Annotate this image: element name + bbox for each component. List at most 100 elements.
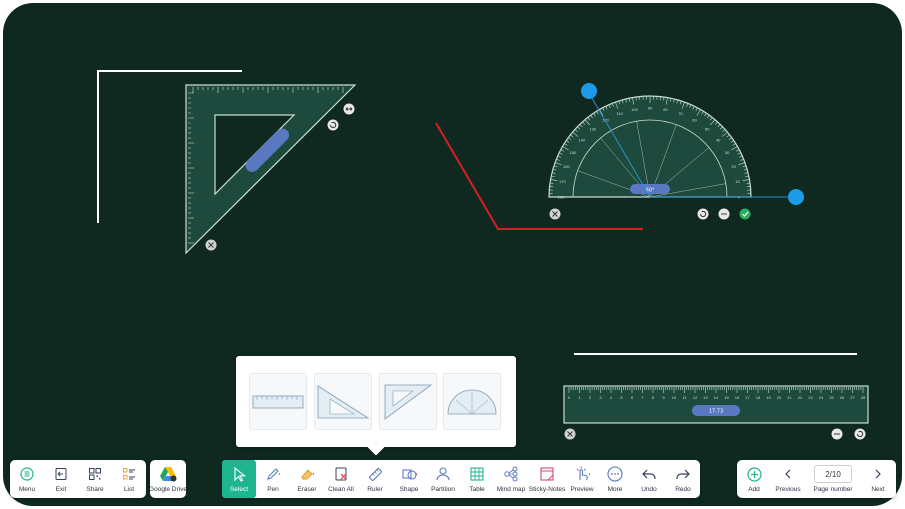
select-tool-button[interactable]: Select: [222, 460, 256, 498]
ruler-scale-label: 25: [829, 395, 834, 400]
protractor-scale-label: 110: [616, 111, 623, 116]
pen-icon: [264, 465, 282, 483]
ruler-icon: [366, 465, 384, 483]
left-toolbar: Menu Exit Share List: [10, 460, 146, 498]
ruler-type-popup: [236, 356, 516, 447]
isosceles-triangle-option-icon: [384, 384, 433, 420]
popup-protractor-option[interactable]: [443, 373, 501, 430]
protractor-scale-label: 10: [735, 179, 740, 184]
ruler-tool[interactable]: 0 1 2 3 4 5 6 7 8 9 10 11 12 13 14 15 16 17 18 19 20 21 22 23 24…: [563, 385, 869, 424]
undo-label: Undo: [641, 486, 657, 493]
ruler-scale-label: 13: [703, 395, 708, 400]
shape-label: Shape: [399, 486, 419, 493]
page-number-control[interactable]: 2/10 Page number: [805, 460, 861, 498]
protractor-scale-label: 70: [678, 111, 683, 116]
clean-all-tool-button[interactable]: Clean All: [324, 460, 358, 498]
exit-icon: [52, 465, 70, 483]
exit-button[interactable]: Exit: [44, 460, 78, 498]
protractor-confirm-icon[interactable]: [739, 208, 751, 220]
main-toolbar: Select Pen Eraser Clean All Ruler Shape Partit…: [222, 460, 700, 498]
protractor-handle-top[interactable]: [581, 83, 597, 99]
protractor-handle-right[interactable]: [788, 189, 804, 205]
protractor-option-icon: [447, 389, 497, 414]
set-square-rotate-icon[interactable]: [327, 119, 339, 131]
ruler-scale-label: 19: [766, 395, 771, 400]
ruler-scale-label: 18: [756, 395, 761, 400]
add-page-button[interactable]: Add: [737, 460, 771, 498]
chevron-left-icon: [779, 465, 797, 483]
partition-tool-button[interactable]: Partition: [426, 460, 460, 498]
protractor-scale-label: 80: [663, 107, 668, 112]
eraser-icon: [298, 465, 316, 483]
exit-label: Exit: [55, 486, 67, 493]
set-square-resize-icon[interactable]: [343, 103, 355, 115]
pen-tool-button[interactable]: Pen: [256, 460, 290, 498]
shape-icon: [400, 465, 418, 483]
menu-button[interactable]: Menu: [10, 460, 44, 498]
protractor-scale-label: 170: [559, 179, 566, 184]
eraser-tool-button[interactable]: Eraser: [290, 460, 324, 498]
google-drive-button[interactable]: Google Drive: [149, 460, 187, 498]
redo-tool-button[interactable]: Redo: [666, 460, 700, 498]
ruler-tool-button[interactable]: Ruler: [358, 460, 392, 498]
protractor-scale-label: 150: [570, 150, 577, 155]
select-label: Select: [229, 486, 249, 493]
more-label: More: [607, 486, 623, 493]
ruler-readout: 17.73: [709, 409, 723, 415]
sticky-notes-tool-button[interactable]: Sticky-Notes: [528, 460, 566, 498]
ruler-resize-icon[interactable]: [831, 428, 843, 440]
ruler-scale-label: 26: [840, 395, 845, 400]
protractor-scale-label: 30: [725, 150, 730, 155]
ruler-close-icon[interactable]: [564, 428, 576, 440]
google-drive-label: Google Drive: [149, 486, 187, 493]
mind-map-tool-button[interactable]: Mind map: [494, 460, 528, 498]
page-number-field[interactable]: 2/10: [814, 465, 852, 483]
table-tool-button[interactable]: Table: [460, 460, 494, 498]
page-number-label: Page number: [813, 486, 853, 493]
clean-all-icon: [332, 465, 350, 483]
page-toolbar: Add Previous 2/10 Page number Next: [737, 460, 896, 498]
ruler-scale-label: 12: [693, 395, 698, 400]
popup-right-triangle-option[interactable]: [314, 373, 372, 430]
shape-tool-button[interactable]: Shape: [392, 460, 426, 498]
ruler-scale-label: 23: [808, 395, 813, 400]
protractor-scale-label: 40: [716, 137, 721, 142]
protractor-close-icon[interactable]: [549, 208, 561, 220]
more-icon: [606, 465, 624, 483]
undo-tool-button[interactable]: Undo: [632, 460, 666, 498]
list-button[interactable]: List: [112, 460, 146, 498]
set-square-close-icon[interactable]: [205, 239, 217, 251]
share-button[interactable]: Share: [78, 460, 112, 498]
table-label: Table: [469, 486, 485, 493]
partition-label: Partition: [431, 486, 455, 493]
more-tool-button[interactable]: More: [598, 460, 632, 498]
protractor-scale-label: 50: [705, 126, 710, 131]
menu-label: Menu: [18, 486, 36, 493]
protractor-rotate-icon[interactable]: [697, 208, 709, 220]
right-triangle-option-icon: [317, 384, 370, 418]
qr-icon: [86, 465, 104, 483]
share-label: Share: [86, 486, 104, 493]
ruler-scale-label: 14: [714, 395, 719, 400]
eraser-label: Eraser: [297, 486, 317, 493]
chevron-right-icon: [869, 465, 887, 483]
redo-label: Redo: [675, 486, 691, 493]
list-label: List: [123, 486, 135, 493]
popup-isosceles-triangle-option[interactable]: [379, 373, 437, 430]
ruler-scale-label: 20: [777, 395, 782, 400]
redo-icon: [674, 465, 692, 483]
previous-page-button[interactable]: Previous: [771, 460, 805, 498]
protractor-tool[interactable]: 0102030405060708090100110120130140150160…: [548, 92, 795, 200]
preview-label: Preview: [570, 486, 594, 493]
ruler-scale-label: 28: [861, 395, 866, 400]
next-page-button[interactable]: Next: [861, 460, 895, 498]
ruler-scale-label: 21: [787, 395, 792, 400]
popup-ruler-option[interactable]: [249, 373, 307, 430]
clean-all-label: Clean All: [328, 486, 354, 493]
pen-label: Pen: [267, 486, 279, 493]
protractor-resize-icon[interactable]: [718, 208, 730, 220]
set-square-tool[interactable]: [185, 84, 357, 255]
ruler-rotate-icon[interactable]: [854, 428, 866, 440]
preview-tool-button[interactable]: Preview: [566, 460, 598, 498]
ruler-scale-label: 10: [672, 395, 677, 400]
